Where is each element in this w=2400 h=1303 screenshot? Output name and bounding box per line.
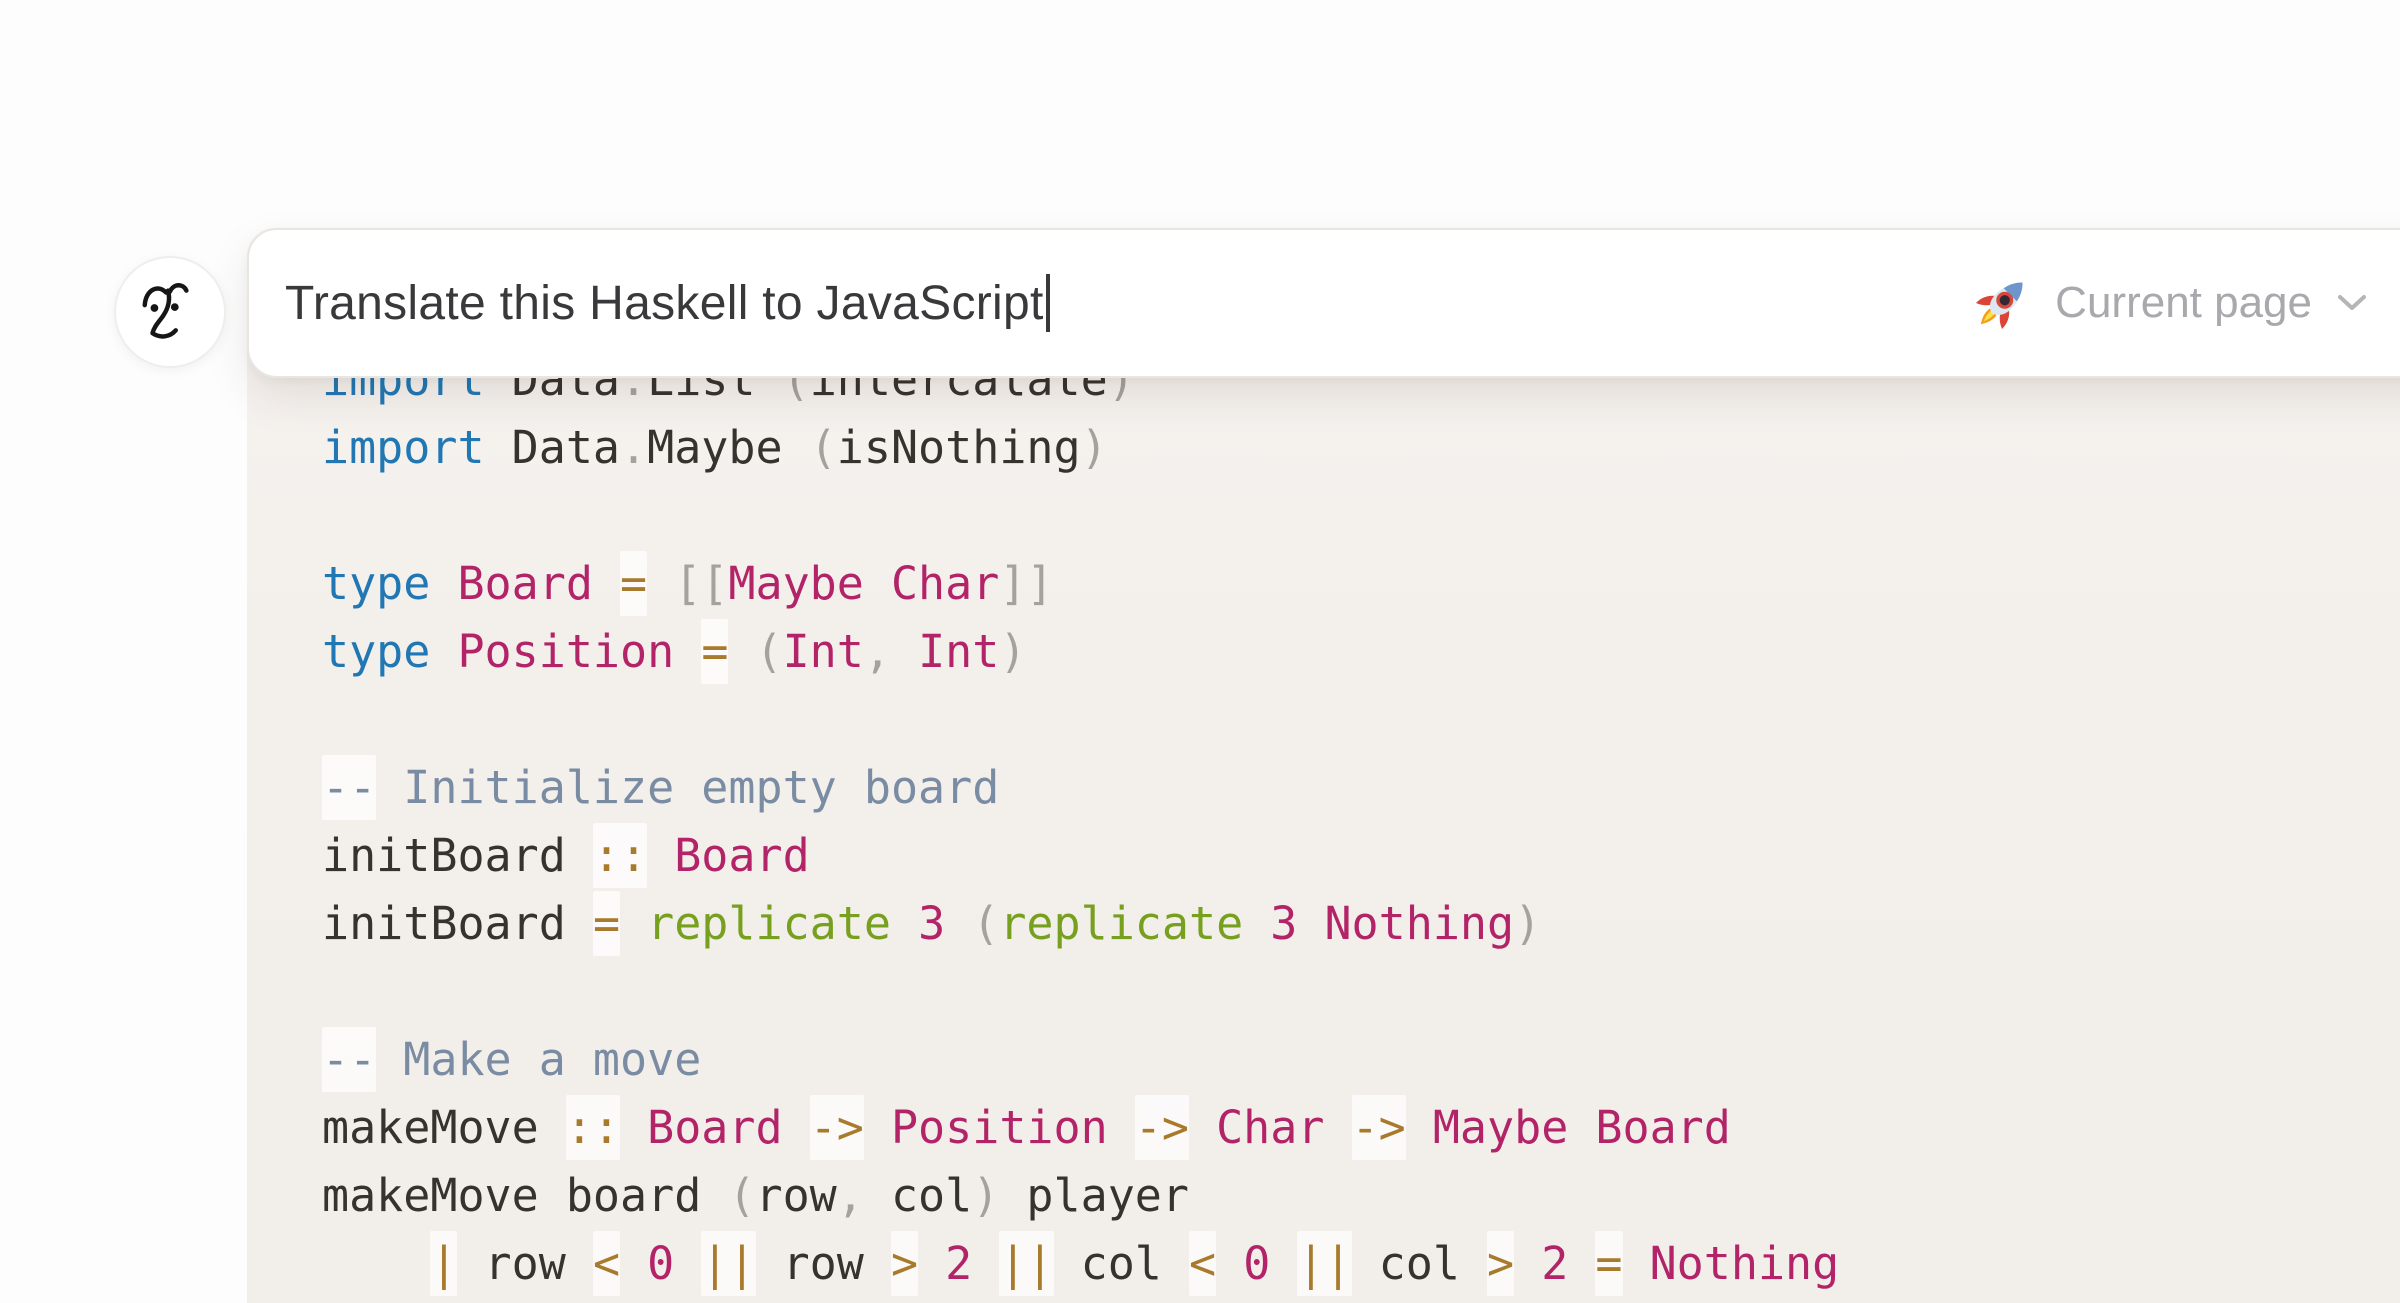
assistant-logo-button[interactable] xyxy=(114,256,226,368)
text-caret xyxy=(1046,274,1050,332)
code-editor[interactable]: import Data.List (intercalate)import Dat… xyxy=(322,346,1839,1298)
code-line xyxy=(322,958,1839,1026)
scope-label: Current page xyxy=(2055,278,2312,328)
code-line xyxy=(322,686,1839,754)
assistant-prompt-bar: Translate this Haskell to JavaScript Cur… xyxy=(247,228,2400,378)
context-scope-selector[interactable]: Current page xyxy=(1971,272,2368,334)
prompt-input[interactable]: Translate this Haskell to JavaScript xyxy=(285,274,1971,332)
code-line: -- Make a move xyxy=(322,1026,1839,1094)
code-line: initBoard = replicate 3 (replicate 3 Not… xyxy=(322,890,1839,958)
doodle-face-icon xyxy=(139,278,197,340)
code-line: | row < 0 || row > 2 || col < 0 || col >… xyxy=(322,1230,1839,1298)
prompt-input-text: Translate this Haskell to JavaScript xyxy=(285,276,1044,331)
code-line: type Board = [[Maybe Char]] xyxy=(322,550,1839,618)
code-line: makeMove board (row, col) player xyxy=(322,1162,1839,1230)
code-line: -- Initialize empty board xyxy=(322,754,1839,822)
page: import Data.List (intercalate)import Dat… xyxy=(0,0,2400,1303)
code-line xyxy=(322,482,1839,550)
code-line: initBoard :: Board xyxy=(322,822,1839,890)
rocket-icon xyxy=(1971,272,2033,334)
code-line: type Position = (Int, Int) xyxy=(322,618,1839,686)
code-line: makeMove :: Board -> Position -> Char ->… xyxy=(322,1094,1839,1162)
chevron-down-icon xyxy=(2336,293,2368,313)
code-line: import Data.Maybe (isNothing) xyxy=(322,414,1839,482)
